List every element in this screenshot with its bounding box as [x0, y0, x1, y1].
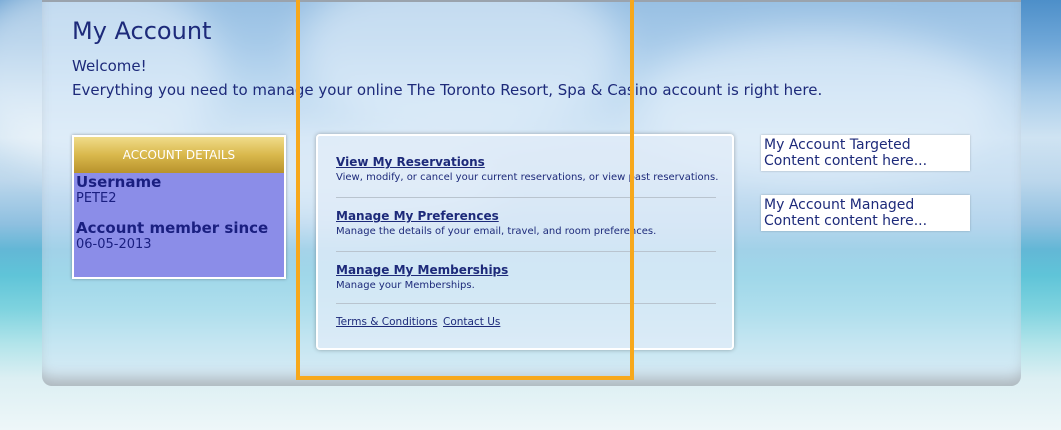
member-since-value: 06-05-2013 — [76, 237, 152, 252]
member-since-label: Account member since — [76, 219, 269, 237]
list-item: Manage My Preferences Manage the details… — [336, 209, 656, 237]
terms-conditions-link[interactable]: Terms & Conditions — [336, 316, 437, 328]
divider — [336, 251, 716, 252]
targeted-content-box: My Account Targeted Content content here… — [761, 135, 970, 171]
contact-us-link[interactable]: Contact Us — [443, 316, 500, 328]
divider — [336, 303, 716, 304]
username-label: Username — [76, 173, 162, 191]
list-item: Manage My Memberships Manage your Member… — [336, 263, 508, 291]
account-details-header: ACCOUNT DETAILS — [74, 137, 284, 173]
manage-preferences-desc: Manage the details of your email, travel… — [336, 226, 657, 237]
page-title: My Account — [72, 17, 212, 45]
view-reservations-link[interactable]: View My Reservations — [336, 155, 718, 169]
account-details-box: ACCOUNT DETAILS Username PETE2 Account m… — [72, 135, 286, 279]
intro-text: Everything you need to manage your onlin… — [72, 81, 823, 99]
username-value: PETE2 — [76, 191, 117, 206]
view-reservations-desc: View, modify, or cancel your current res… — [336, 172, 719, 183]
managed-content-box: My Account Managed Content content here.… — [761, 195, 970, 231]
panel-top-border — [42, 0, 1021, 2]
manage-memberships-link[interactable]: Manage My Memberships — [336, 263, 508, 277]
manage-memberships-desc: Manage your Memberships. — [336, 280, 475, 291]
account-links-box: View My Reservations View, modify, or ca… — [316, 134, 734, 350]
welcome-text: Welcome! — [72, 57, 147, 75]
divider — [336, 197, 716, 198]
manage-preferences-link[interactable]: Manage My Preferences — [336, 209, 656, 223]
list-item: View My Reservations View, modify, or ca… — [336, 155, 718, 183]
